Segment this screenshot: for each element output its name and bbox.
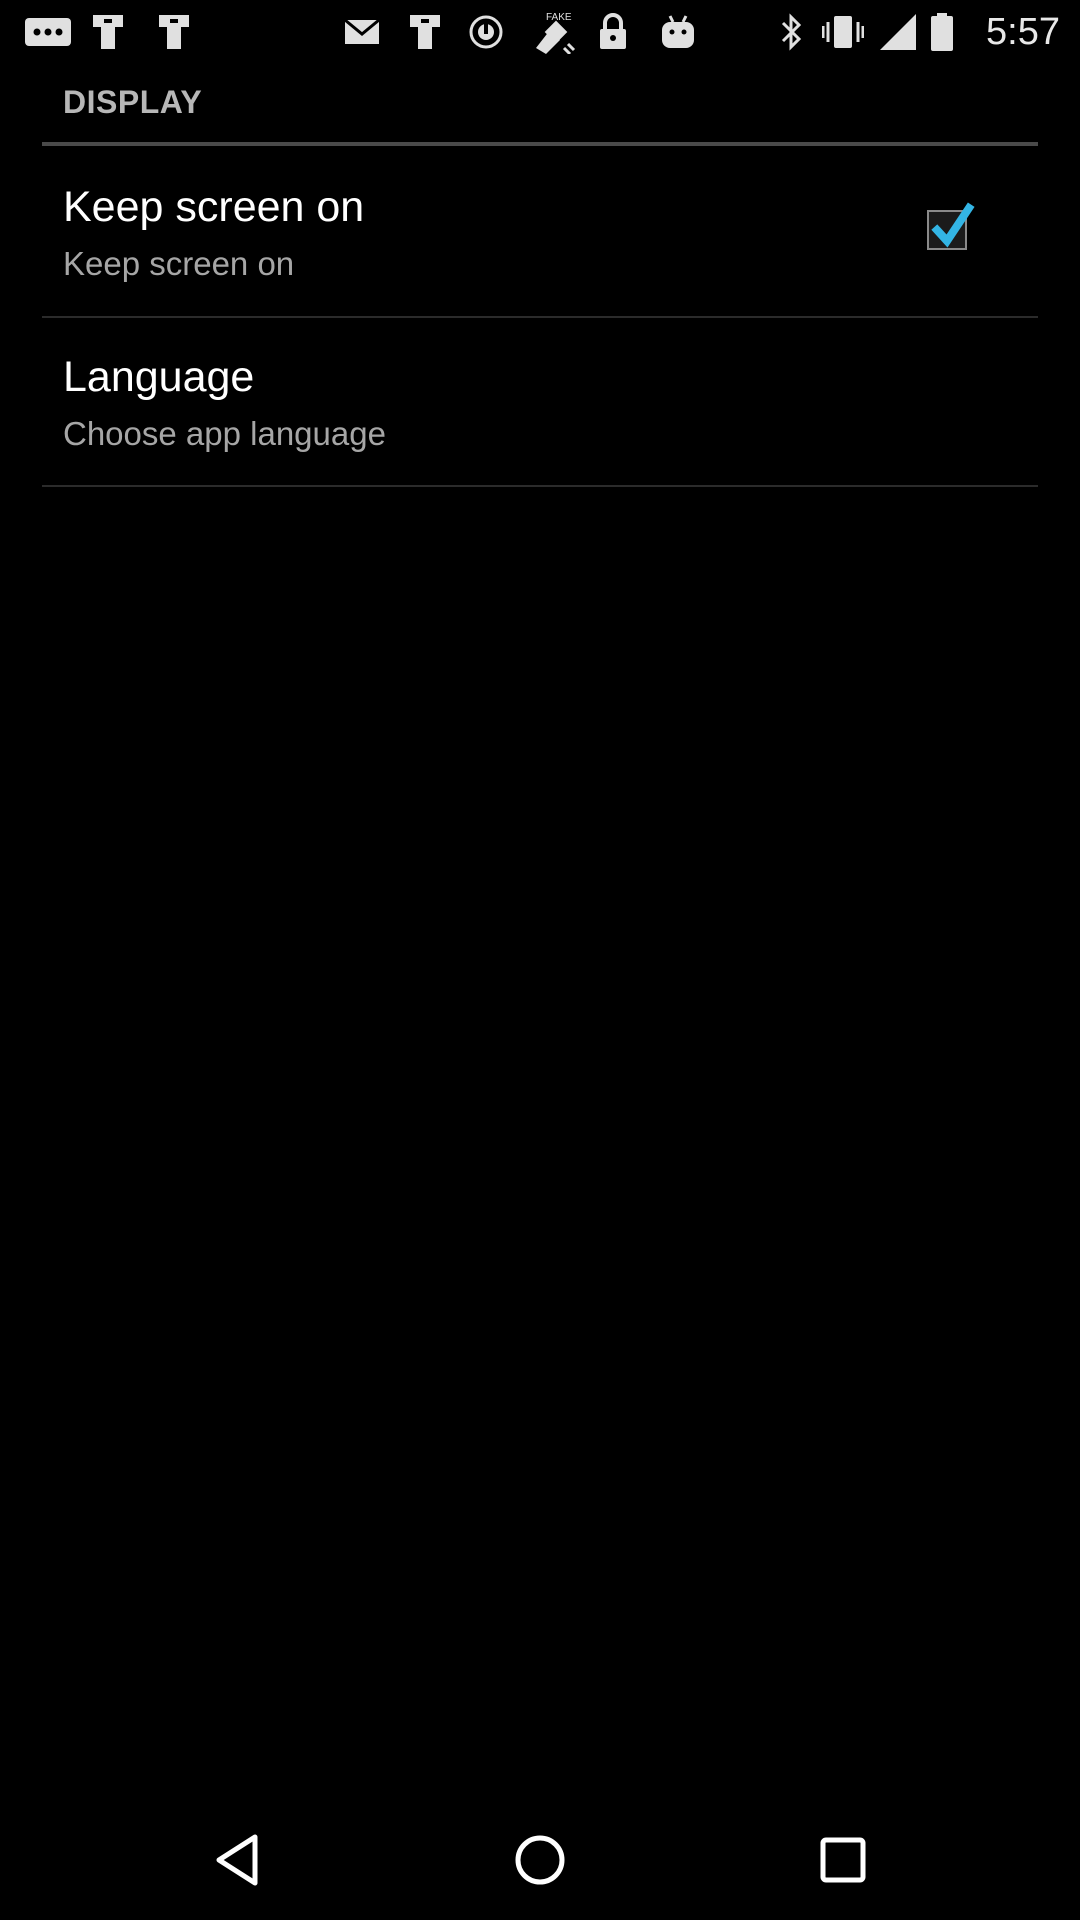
- navigation-bar: [0, 1800, 1080, 1920]
- mount-icon: [407, 12, 443, 52]
- back-icon[interactable]: [197, 1820, 277, 1900]
- home-icon[interactable]: [500, 1820, 580, 1900]
- svg-text:FAKE: FAKE: [546, 12, 572, 23]
- keep-screen-on-checkbox[interactable]: [927, 202, 975, 250]
- pref-summary: Choose app language: [63, 415, 386, 452]
- bluetooth-icon: [778, 12, 806, 52]
- mount-icon: [90, 12, 126, 52]
- row-divider: [42, 485, 1038, 487]
- pref-summary: Keep screen on: [63, 245, 295, 282]
- sync-icon: [468, 12, 504, 52]
- section-divider: [42, 142, 1038, 146]
- keep-screen-on-item[interactable]: Keep screen on Keep screen on: [0, 148, 1080, 314]
- checkmark-icon: [931, 202, 975, 248]
- email-icon: [344, 12, 380, 52]
- status-time: 5:57: [986, 11, 1060, 53]
- mount-icon: [156, 12, 192, 52]
- pref-title: Language: [63, 353, 255, 401]
- android-icon: [660, 12, 696, 52]
- battery-icon: [930, 12, 954, 52]
- signal-icon: [878, 12, 918, 52]
- status-bar: FAKE 5:57: [0, 0, 1080, 64]
- lock-icon: [597, 12, 629, 52]
- more-icon: [24, 12, 72, 52]
- vibrate-icon: [822, 12, 864, 52]
- language-item[interactable]: Language Choose app language: [0, 318, 1080, 484]
- recents-icon[interactable]: [803, 1820, 883, 1900]
- pref-title: Keep screen on: [63, 183, 365, 231]
- section-title: DISPLAY: [63, 84, 203, 120]
- fake-gps-icon: FAKE: [530, 12, 576, 54]
